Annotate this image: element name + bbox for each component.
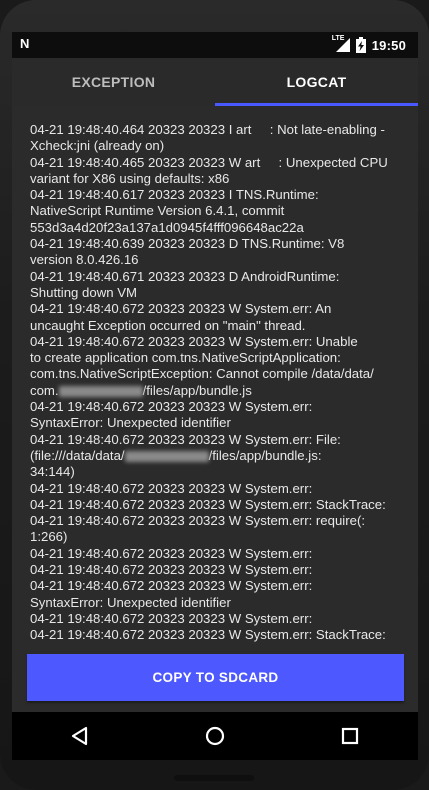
- log-line: 04-21 19:48:40.672 20323 20323 W System.…: [30, 545, 313, 561]
- log-line: (file:///data/data/░░░░░░░░░░░░/files/ap…: [30, 447, 322, 463]
- app-screen: N LTE 19:50 EXCEPTION LOGCAT 04-21 19:48…: [12, 32, 418, 712]
- tab-bar: EXCEPTION LOGCAT: [12, 58, 418, 106]
- log-line: com.░░░░░░░░░░░░/files/app/bundle.js: [30, 382, 252, 398]
- log-line: 04-21 19:48:40.672 20323 20323 W System.…: [30, 578, 313, 594]
- bottom-action-bar: COPY TO SDCARD: [12, 650, 418, 712]
- signal-icon: LTE: [332, 35, 350, 52]
- notification-n-icon: N: [20, 36, 30, 51]
- log-line: 04-21 19:48:40.671 20323 20323 D Android…: [30, 268, 340, 284]
- log-line: 04-21 19:48:40.672 20323 20323 W System.…: [30, 513, 366, 529]
- log-line: Xcheck:jni (already on): [30, 138, 165, 154]
- log-line: 04-21 19:48:40.672 20323 20323 W System.…: [30, 627, 386, 643]
- status-bar: N LTE 19:50: [12, 32, 418, 58]
- log-line: com.tns.NativeScriptException: Cannot co…: [30, 366, 374, 382]
- logcat-text: 04-21 19:48:40.464 20323 20323 I art : N…: [30, 122, 408, 644]
- tab-logcat[interactable]: LOGCAT: [215, 58, 418, 106]
- log-line: 1:266): [30, 529, 68, 545]
- log-line: 34:144): [30, 464, 75, 480]
- tab-exception[interactable]: EXCEPTION: [12, 58, 215, 106]
- log-line: 553d3a4d20f23a137a1d0945f4fff096648ac22a: [30, 219, 304, 235]
- log-line: uncaught Exception occurred on "main" th…: [30, 317, 306, 333]
- log-line: 04-21 19:48:40.672 20323 20323 W System.…: [30, 610, 313, 626]
- status-time: 19:50: [371, 37, 406, 53]
- bottom-speaker-grille: [174, 775, 254, 781]
- log-line: 04-21 19:48:40.672 20323 20323 W System.…: [30, 399, 313, 415]
- log-line: 04-21 19:48:40.672 20323 20323 W System.…: [30, 496, 386, 512]
- redacted-text: ░░░░░░░░░░░░: [58, 385, 143, 397]
- log-line: 04-21 19:48:40.672 20323 20323 W System.…: [30, 431, 341, 447]
- log-line: NativeScript Runtime Version 6.4.1, comm…: [30, 203, 285, 219]
- logcat-scroll-area[interactable]: 04-21 19:48:40.464 20323 20323 I art : N…: [12, 106, 418, 650]
- log-line: to create application com.tns.NativeScri…: [30, 350, 341, 366]
- home-circle-icon[interactable]: [195, 716, 235, 756]
- log-line: 04-21 19:48:40.465 20323 20323 W art : U…: [30, 154, 388, 170]
- log-line: SyntaxError: Unexpected identifier: [30, 594, 231, 610]
- log-line: SyntaxError: Unexpected identifier: [30, 415, 231, 431]
- log-line: 04-21 19:48:40.617 20323 20323 I TNS.Run…: [30, 187, 319, 203]
- redacted-text: ░░░░░░░░░░░░: [124, 450, 209, 462]
- system-navigation-bar: [12, 712, 418, 760]
- log-line: variant for X86 using defaults: x86: [30, 170, 230, 186]
- log-line: 04-21 19:48:40.672 20323 20323 W System.…: [30, 301, 332, 317]
- battery-charging-icon: [355, 37, 366, 53]
- status-icons: LTE 19:50: [332, 35, 406, 55]
- recents-square-icon[interactable]: [330, 716, 370, 756]
- back-triangle-icon[interactable]: [60, 716, 100, 756]
- log-line: 04-21 19:48:40.639 20323 20323 D TNS.Run…: [30, 236, 345, 252]
- log-line: version 8.0.426.16: [30, 252, 139, 268]
- log-line: 04-21 19:48:40.672 20323 20323 W System.…: [30, 333, 358, 349]
- log-line: 04-21 19:48:40.672 20323 20323 W System.…: [30, 480, 313, 496]
- log-line: Shutting down VM: [30, 284, 138, 300]
- copy-to-sdcard-button[interactable]: COPY TO SDCARD: [27, 654, 404, 701]
- log-line: 04-21 19:48:40.464 20323 20323 I art : N…: [30, 122, 385, 137]
- log-line: 04-21 19:48:40.672 20323 20323 W System.…: [30, 562, 313, 578]
